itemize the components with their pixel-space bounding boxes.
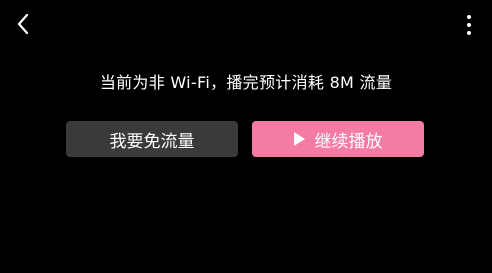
play-icon xyxy=(293,132,305,146)
cellular-data-notice: 当前为非 Wi-Fi，播完预计消耗 8M 流量 xyxy=(99,73,393,92)
vertical-ellipsis-icon xyxy=(467,15,471,19)
continue-playing-button-label: 继续播放 xyxy=(314,131,383,152)
chevron-left-icon xyxy=(17,13,29,35)
more-options-button[interactable] xyxy=(462,12,476,38)
free-data-button[interactable]: 我要免流量 xyxy=(66,121,238,157)
vertical-ellipsis-icon xyxy=(467,23,471,27)
continue-playing-button[interactable]: 继续播放 xyxy=(252,121,424,157)
free-data-button-label: 我要免流量 xyxy=(109,131,195,152)
vertical-ellipsis-icon xyxy=(467,31,471,35)
back-button[interactable] xyxy=(10,11,36,37)
